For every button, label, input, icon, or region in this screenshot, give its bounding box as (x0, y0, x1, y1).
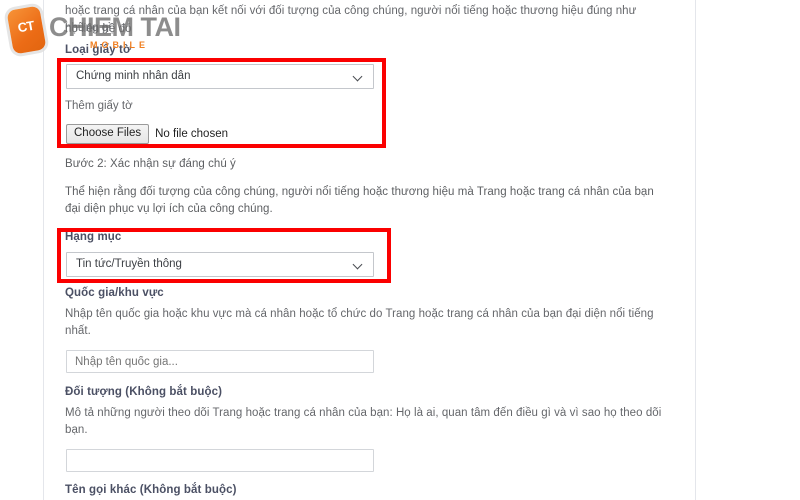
step2-heading: Bước 2: Xác nhận sự đáng chú ý (65, 158, 236, 170)
audience-input[interactable] (66, 449, 374, 472)
category-label: Hạng mục (65, 231, 122, 243)
file-upload-row: Choose Files No file chosen (66, 124, 228, 144)
country-input[interactable] (66, 350, 374, 373)
country-description: Nhập tên quốc gia hoặc khu vực mà cá nhâ… (65, 308, 654, 337)
document-type-selected-value: Chứng minh nhân dân (76, 70, 191, 82)
upload-document-label: Thêm giấy tờ (65, 100, 133, 112)
category-selected-value: Tin tức/Truyền thông (76, 258, 182, 270)
step2-description: Thể hiện rằng đối tượng của công chúng, … (65, 186, 654, 215)
document-type-select[interactable]: Chứng minh nhân dân (66, 64, 374, 89)
country-label: Quốc gia/khu vực (65, 287, 164, 299)
file-chosen-status: No file chosen (155, 128, 228, 140)
right-divider-rule (695, 0, 696, 500)
chevron-down-icon (354, 73, 363, 79)
audience-description: Mô tả những người theo dõi Trang hoặc tr… (65, 407, 662, 436)
logo-initials: CT (16, 17, 36, 36)
choose-files-button[interactable]: Choose Files (66, 124, 150, 144)
audience-label: Đối tượng (Không bắt buộc) (65, 386, 223, 398)
intro-paragraph-line2: họ liên hệ đó (65, 23, 132, 35)
left-divider-rule (43, 0, 44, 500)
document-type-label: Loại giấy tờ (65, 44, 132, 56)
other-names-label: Tên gọi khác (Không bắt buộc) (65, 484, 237, 496)
category-select[interactable]: Tin tức/Truyền thông (66, 252, 374, 277)
page-root: hoặc trang cá nhân của bạn kết nối với đ… (0, 0, 800, 500)
phone-icon: CT (6, 5, 47, 55)
chevron-down-icon (354, 261, 363, 267)
